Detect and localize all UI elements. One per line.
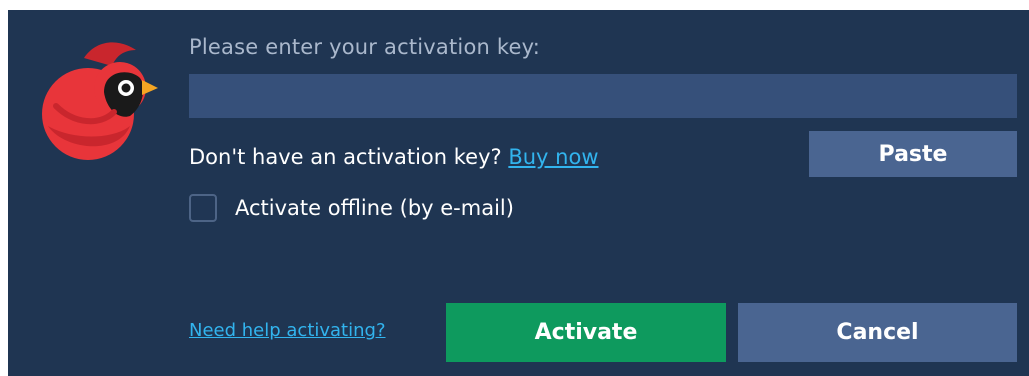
activation-dialog: Please enter your activation key: Don't …	[8, 10, 1029, 376]
no-key-line: Don't have an activation key? Buy now	[189, 145, 599, 169]
need-help-link[interactable]: Need help activating?	[189, 320, 386, 341]
activate-offline-label: Activate offline (by e-mail)	[235, 196, 514, 220]
activate-offline-option[interactable]: Activate offline (by e-mail)	[189, 193, 514, 223]
cancel-button[interactable]: Cancel	[738, 303, 1017, 362]
cardinal-bird-logo-icon	[42, 42, 158, 160]
buy-now-link[interactable]: Buy now	[508, 145, 598, 169]
activation-key-input[interactable]	[189, 74, 1017, 118]
no-key-text: Don't have an activation key?	[189, 145, 502, 169]
paste-button[interactable]: Paste	[809, 131, 1017, 177]
activation-key-prompt: Please enter your activation key:	[189, 35, 540, 59]
checkbox-unchecked-icon[interactable]	[189, 194, 217, 222]
activate-button[interactable]: Activate	[446, 303, 726, 362]
